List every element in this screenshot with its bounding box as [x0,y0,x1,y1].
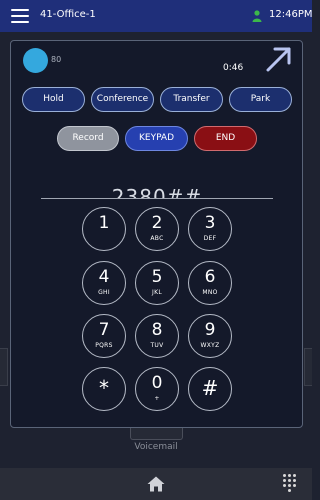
keypad-key-8[interactable]: 8 TUV [135,314,179,358]
key-digit: 5 [151,267,163,287]
hold-button[interactable]: Hold [22,87,85,112]
keypad-key-hash[interactable]: # [188,367,232,411]
background-tile [304,348,312,386]
keypad-key-3[interactable]: 3 DEF [188,207,232,251]
call-timer: 0:46 [223,63,244,73]
key-letters: DEF [203,235,217,242]
key-digit: 9 [204,320,216,340]
key-letters: + [154,395,160,402]
key-letters: JKL [152,289,162,296]
key-letters: TUV [150,342,164,349]
key-letters: GHI [98,289,110,296]
caller-extension: 80 [51,55,62,64]
dialpad-grid-icon[interactable] [283,474,297,494]
key-digit: 3 [204,213,216,233]
key-digit: 4 [98,267,110,287]
dial-input-underline [41,198,273,199]
key-digit: # [201,376,219,400]
key-digit: 6 [204,267,216,287]
keypad-key-star[interactable]: * [82,367,126,411]
top-bar: 41-Office-1 12:46PM [0,0,312,32]
key-digit: 8 [151,320,163,340]
outgoing-call-arrow-icon [266,47,291,72]
keypad-key-4[interactable]: 4 GHI [82,261,126,305]
background-tile [0,348,8,386]
hamburger-icon[interactable] [11,9,29,23]
key-letters: ABC [150,235,164,242]
key-digit: 7 [98,320,110,340]
keypad-key-1[interactable]: 1 [82,207,126,251]
key-letters: PQRS [95,342,113,349]
keypad-key-6[interactable]: 6 MNO [188,261,232,305]
key-letters: WXYZ [200,342,220,349]
keypad-key-9[interactable]: 9 WXYZ [188,314,232,358]
key-digit: 1 [98,213,110,233]
park-button[interactable]: Park [229,87,292,112]
keypad-key-5[interactable]: 5 JKL [135,261,179,305]
key-letters: MNO [202,289,218,296]
dialed-digits-display: 2380## [41,181,273,199]
active-call-panel: 80 0:46 Hold Conference Transfer Park Re… [10,40,303,428]
keypad-key-2[interactable]: 2 ABC [135,207,179,251]
keypad-key-0[interactable]: 0 + [135,367,179,411]
transfer-button[interactable]: Transfer [160,87,223,112]
user-status-icon [252,10,262,22]
voicemail-tile[interactable] [130,428,183,440]
keypad-key-7[interactable]: 7 PQRS [82,314,126,358]
voicemail-label: Voicemail [134,442,178,452]
record-button[interactable]: Record [57,126,119,151]
keypad-button[interactable]: KEYPAD [125,126,188,151]
dialed-digits-text: 2380## [111,185,203,199]
key-digit: 0 [151,373,163,393]
home-icon[interactable] [147,476,165,492]
caller-avatar [23,48,48,73]
conference-button[interactable]: Conference [91,87,154,112]
device-title: 41-Office-1 [40,9,96,20]
key-digit: 2 [151,213,163,233]
end-call-button[interactable]: END [194,126,257,151]
key-digit: * [99,376,109,400]
clock: 12:46PM [269,9,313,20]
